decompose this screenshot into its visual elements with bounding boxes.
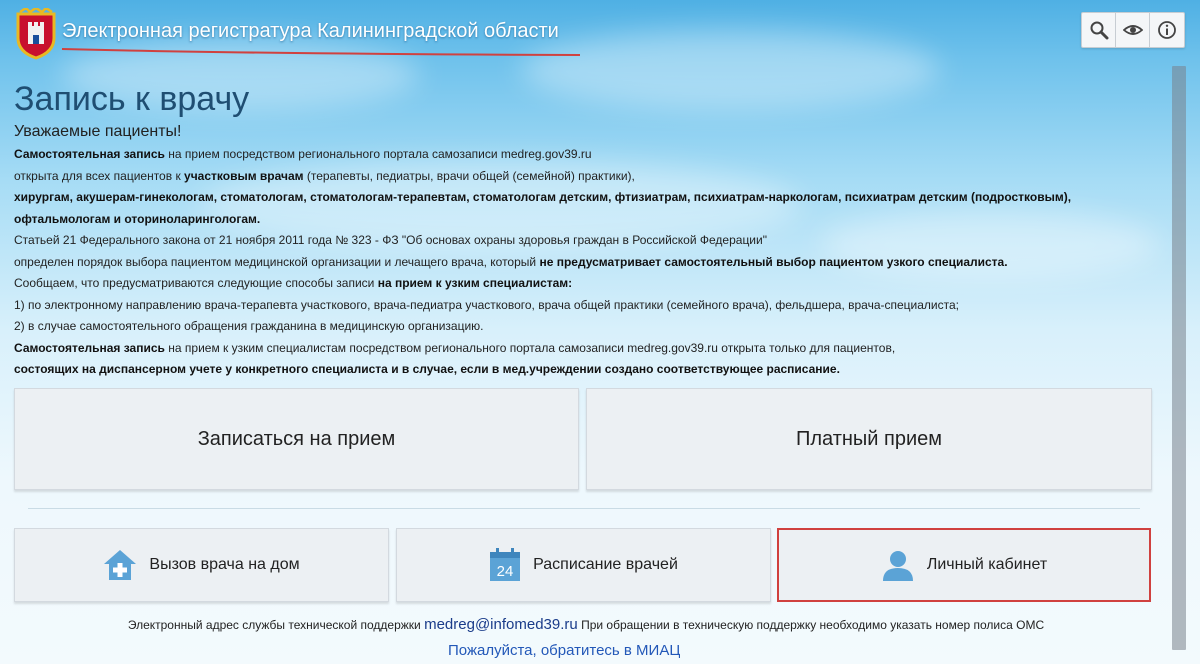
house-medical-icon	[104, 550, 137, 580]
header: Электронная регистратура Калининградской…	[0, 0, 1200, 62]
doctor-schedule-button[interactable]: 24 Расписание врачей	[396, 528, 771, 602]
support-email-link[interactable]: medreg@infomed39.ru	[424, 616, 578, 633]
paid-appointment-button[interactable]: Платный прием	[586, 388, 1152, 490]
doctor-schedule-label: Расписание врачей	[533, 556, 678, 573]
info-text: Самостоятельная запись на прием посредст…	[14, 144, 1154, 381]
paragraph: хирургам, акушерам-гинекологам, стоматол…	[14, 190, 1072, 226]
support-prefix: Электронный адрес службы технической под…	[127, 618, 421, 632]
support-info: Электронный адрес службы технической под…	[0, 616, 1172, 633]
paid-appointment-label: Платный прием	[795, 427, 943, 450]
support-suffix: При обращении в техническую поддержку не…	[581, 618, 1045, 632]
paragraph: Самостоятельная запись на прием посредст…	[14, 147, 592, 161]
search-button[interactable]	[1082, 13, 1116, 47]
search-icon	[1090, 21, 1108, 40]
home-visit-label: Вызов врача на дом	[149, 556, 300, 573]
book-appointment-label: Записаться на прием	[197, 427, 396, 450]
book-appointment-button[interactable]: Записаться на прием	[14, 388, 579, 490]
paragraph: состоящих на диспансерном учете у конкре…	[14, 362, 840, 376]
site-title[interactable]: Электронная регистратура Калининградской…	[62, 20, 559, 43]
paragraph: 1) по электронному направлению врача-тер…	[14, 297, 959, 312]
page-title: Запись к врачу	[14, 80, 250, 118]
title-underline	[61, 48, 581, 56]
coat-of-arms-icon	[16, 8, 56, 60]
footer-link[interactable]: Пожалуйста, обратитесь в МИАЦ	[448, 644, 680, 664]
divider	[28, 508, 1140, 509]
user-icon	[882, 551, 913, 581]
paragraph: Самостоятельная запись на прием к узким …	[14, 340, 896, 355]
paragraph: Сообщаем, что предусматриваются следующи…	[14, 276, 573, 290]
vision-mode-button[interactable]	[1116, 13, 1150, 47]
paragraph: определен порядок выбора пациентом медиц…	[14, 254, 1008, 269]
accessibility-toolbar	[1081, 12, 1185, 48]
info-button[interactable]	[1150, 13, 1184, 47]
paragraph: 2) в случае самостоятельного обращения г…	[14, 319, 484, 333]
greeting: Уважаемые пациенты!	[14, 123, 182, 140]
paragraph: открыта для всех пациентов к участковым …	[14, 168, 635, 183]
personal-cabinet-button[interactable]: Личный кабинет	[777, 528, 1151, 602]
main-content: Запись к врачу Уважаемые пациенты! Самос…	[14, 80, 1154, 381]
home-visit-button[interactable]: Вызов врача на дом	[14, 528, 389, 602]
eye-icon	[1122, 25, 1143, 35]
scrollbar[interactable]	[1172, 66, 1186, 650]
personal-cabinet-label: Личный кабинет	[926, 556, 1048, 573]
calendar-icon: 24	[490, 548, 521, 581]
info-icon	[1158, 21, 1176, 39]
calendar-day: 24	[497, 563, 514, 580]
paragraph: Статьей 21 Федерального закона от 21 ноя…	[14, 233, 767, 247]
